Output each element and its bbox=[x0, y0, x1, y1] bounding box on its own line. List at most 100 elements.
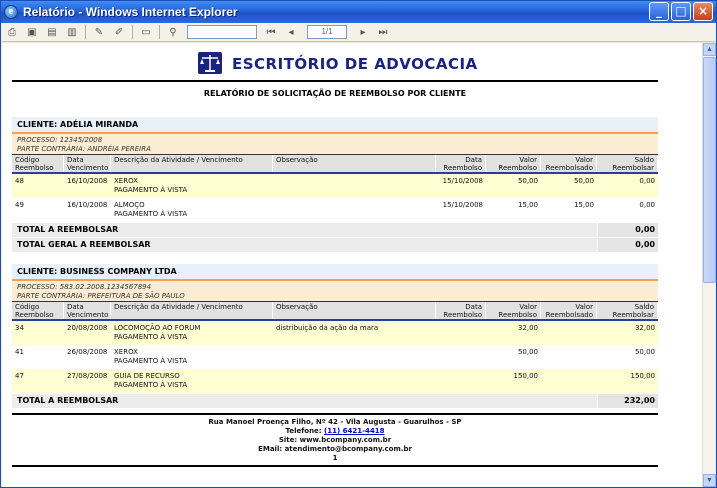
vertical-scrollbar[interactable]: ▲ ▼ bbox=[702, 43, 716, 487]
table-header: Código Reembolso Data Vencimento Descrição… bbox=[12, 154, 658, 174]
cell-observacao bbox=[273, 369, 436, 393]
grand-total-row: TOTAL GERAL A REEMBOLSAR 0,00 bbox=[12, 238, 658, 252]
next-page-icon[interactable]: ▸ bbox=[355, 25, 371, 40]
cell-descricao: ALMOÇO PAGAMENTO À VISTA bbox=[111, 198, 273, 222]
table-header: Código Reembolso Data Vencimento Descrição… bbox=[12, 301, 658, 321]
cell-data-reembolso: 15/10/2008 bbox=[442, 177, 483, 185]
first-page-icon[interactable]: ⏮ bbox=[263, 25, 279, 40]
prev-page-icon[interactable]: ◂ bbox=[283, 25, 299, 40]
col-observacao: Observação bbox=[273, 155, 436, 172]
grand-total-value: 0,00 bbox=[597, 238, 658, 252]
table-row: 41 26/08/2008 XEROX PAGAMENTO À VISTA 50,… bbox=[12, 345, 658, 369]
cell-saldo: 32,00 bbox=[634, 324, 655, 332]
report-header: ESCRITÓRIO DE ADVOCACIA bbox=[12, 43, 658, 82]
folder-icon[interactable]: ▭ bbox=[138, 25, 154, 40]
window-title: Relatório - Windows Internet Explorer bbox=[23, 5, 238, 19]
footer-address: Rua Manoel Proença Filho, Nº 42 - Vila A… bbox=[208, 418, 462, 426]
process-number: PROCESSO: 583.02.2008.1234567894 bbox=[17, 283, 152, 291]
scroll-down-icon[interactable]: ▼ bbox=[703, 474, 716, 487]
cell-data-vencimento: 16/10/2008 bbox=[67, 201, 108, 209]
cell-observacao bbox=[273, 345, 436, 369]
col-valor-reembolsado: Valor Reembolsado bbox=[541, 302, 597, 319]
cell-data-reembolso bbox=[436, 369, 486, 393]
minimize-button[interactable]: _ bbox=[649, 2, 669, 21]
total-row: TOTAL A REEMBOLSAR 232,00 bbox=[12, 394, 658, 408]
col-saldo: Saldo Reembolsar bbox=[597, 302, 658, 319]
cell-valor-reembolso: 50,00 bbox=[517, 177, 538, 185]
cell-data-vencimento: 26/08/2008 bbox=[67, 348, 108, 356]
company-name: ESCRITÓRIO DE ADVOCACIA bbox=[232, 55, 478, 73]
search-input[interactable] bbox=[187, 25, 257, 39]
cell-data-vencimento: 16/10/2008 bbox=[67, 177, 108, 185]
page-indicator[interactable]: 1/1 bbox=[307, 25, 347, 39]
save-icon[interactable]: ▣ bbox=[24, 25, 40, 40]
total-value: 232,00 bbox=[597, 394, 658, 408]
scroll-thumb[interactable] bbox=[703, 57, 716, 283]
footer-site: Site: www.bcompany.com.br bbox=[278, 436, 392, 444]
cell-codigo: 47 bbox=[15, 372, 24, 380]
cell-saldo: 0,00 bbox=[639, 177, 655, 185]
cell-saldo: 50,00 bbox=[634, 348, 655, 356]
col-data-vencimento: Data Vencimento bbox=[64, 155, 111, 172]
separator bbox=[159, 25, 160, 39]
scales-of-justice-icon bbox=[198, 52, 222, 74]
find-icon[interactable]: ⚲ bbox=[165, 25, 181, 40]
close-button[interactable]: × bbox=[693, 2, 713, 21]
process-number: PROCESSO: 12345/2008 bbox=[17, 136, 103, 144]
report-title: RELATÓRIO DE SOLICITAÇÃO DE REEMBOLSO PO… bbox=[203, 89, 467, 98]
zoom-in-icon[interactable]: ✎ bbox=[91, 25, 107, 40]
total-label: TOTAL A REEMBOLSAR bbox=[17, 225, 119, 234]
browser-window: e Relatório - Windows Internet Explorer … bbox=[0, 0, 717, 488]
desc-line1: XEROX bbox=[114, 348, 138, 356]
print-setup-icon[interactable]: ▥ bbox=[64, 25, 80, 40]
cell-observacao bbox=[273, 198, 436, 222]
table-row: 48 16/10/2008 XEROX PAGAMENTO À VISTA 15/… bbox=[12, 174, 658, 198]
scroll-up-icon[interactable]: ▲ bbox=[703, 43, 716, 56]
cell-descricao: LOCOMOÇÃO AO FORUM PAGAMENTO À VISTA bbox=[111, 321, 273, 345]
client-section: CLIENTE: ADÉLIA MIRANDA PROCESSO: 12345/… bbox=[12, 117, 658, 252]
zoom-out-icon[interactable]: ✐ bbox=[111, 25, 127, 40]
title-bar[interactable]: e Relatório - Windows Internet Explorer … bbox=[1, 1, 716, 23]
footer-email: EMail: atendimento@bcompany.com.br bbox=[258, 445, 412, 453]
col-codigo: Código Reembolso bbox=[12, 155, 64, 172]
col-valor-reembolso: Valor Reembolso bbox=[486, 155, 541, 172]
cell-observacao bbox=[273, 174, 436, 198]
table-row: 34 20/08/2008 LOCOMOÇÃO AO FORUM PAGAMENT… bbox=[12, 321, 658, 345]
export-icon[interactable]: ▤ bbox=[44, 25, 60, 40]
desc-line2: PAGAMENTO À VISTA bbox=[114, 357, 188, 365]
report-page: ESCRITÓRIO DE ADVOCACIA RELATÓRIO DE SOL… bbox=[12, 43, 658, 467]
last-page-icon[interactable]: ⏭ bbox=[375, 25, 391, 40]
cell-codigo: 34 bbox=[15, 324, 24, 332]
col-data-reembolso: Data Reembolso bbox=[436, 155, 486, 172]
phone-link[interactable]: (11) 6421-4418 bbox=[324, 427, 384, 435]
client-section: CLIENTE: BUSINESS COMPANY LTDA PROCESSO:… bbox=[12, 264, 658, 408]
cell-data-vencimento: 27/08/2008 bbox=[67, 372, 108, 380]
internet-explorer-icon: e bbox=[4, 5, 18, 19]
cell-valor-reembolso: 50,00 bbox=[517, 348, 538, 356]
separator bbox=[85, 25, 86, 39]
cell-data-reembolso bbox=[436, 321, 486, 345]
grand-total-label: TOTAL GERAL A REEMBOLSAR bbox=[17, 240, 151, 249]
separator bbox=[132, 25, 133, 39]
col-valor-reembolsado: Valor Reembolsado bbox=[541, 155, 597, 172]
footer-phone-label: Telefone: bbox=[285, 427, 325, 435]
print-icon[interactable]: ⎙ bbox=[4, 25, 20, 40]
maximize-button[interactable]: □ bbox=[671, 2, 691, 21]
cell-codigo: 49 bbox=[15, 201, 24, 209]
desc-line2: PAGAMENTO À VISTA bbox=[114, 333, 188, 341]
process-info: PROCESSO: 12345/2008 PARTE CONTRÁRIA: AN… bbox=[12, 134, 658, 154]
total-label: TOTAL A REEMBOLSAR bbox=[17, 396, 119, 405]
cell-descricao: XEROX PAGAMENTO À VISTA bbox=[111, 174, 273, 198]
cell-saldo: 150,00 bbox=[630, 372, 656, 380]
col-data-vencimento: Data Vencimento bbox=[64, 302, 111, 319]
page-number: 1 bbox=[332, 454, 338, 462]
total-value: 0,00 bbox=[597, 223, 658, 237]
desc-line1: GUIA DE RECURSO bbox=[114, 372, 180, 380]
process-info: PROCESSO: 583.02.2008.1234567894 PARTE C… bbox=[12, 281, 658, 301]
opposing-party: PARTE CONTRÁRIA: PREFEITURA DE SÃO PAULO bbox=[17, 292, 185, 300]
col-observacao: Observação bbox=[273, 302, 436, 319]
cell-descricao: XEROX PAGAMENTO À VISTA bbox=[111, 345, 273, 369]
cell-valor-reembolso: 150,00 bbox=[513, 372, 539, 380]
report-footer: Rua Manoel Proença Filho, Nº 42 - Vila A… bbox=[12, 413, 658, 467]
cell-observacao: distribuição da ação da mara bbox=[276, 324, 379, 332]
